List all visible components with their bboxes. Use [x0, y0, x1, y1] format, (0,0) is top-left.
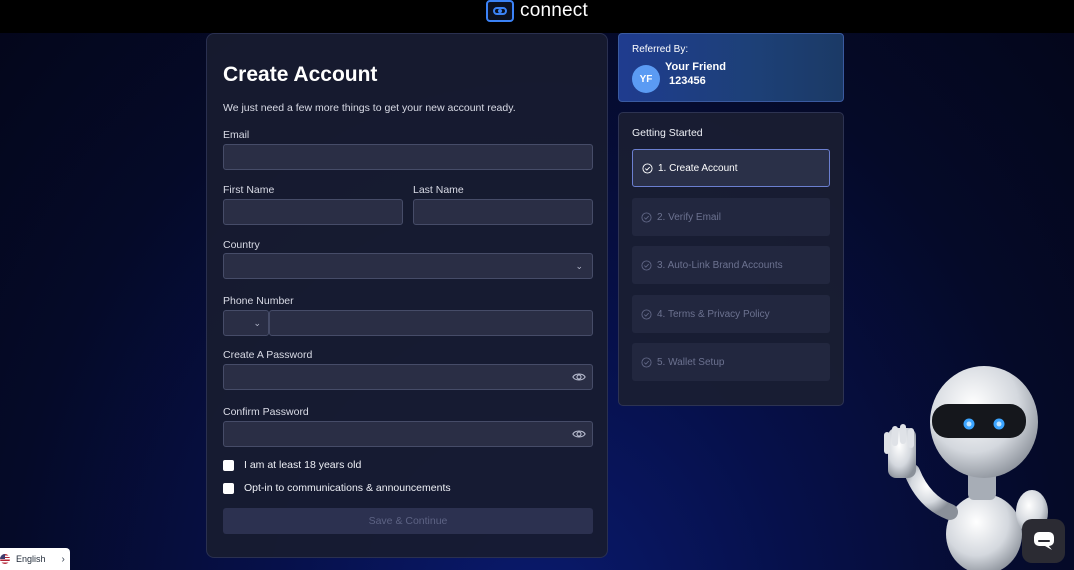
chevron-right-icon: › — [61, 553, 65, 565]
create-account-form: Create Account We just need a few more t… — [206, 33, 608, 558]
logo-icon — [486, 0, 515, 22]
chat-widget-button[interactable] — [1022, 519, 1065, 563]
top-bar: connect — [0, 0, 1074, 33]
step-item-4[interactable]: 4. Terms & Privacy Policy — [632, 295, 830, 333]
first-name-input[interactable] — [223, 199, 403, 225]
language-label: English — [16, 554, 46, 564]
first-name-label: First Name — [223, 184, 275, 196]
step-label: 5. Wallet Setup — [657, 356, 725, 368]
page-title: Create Account — [223, 63, 378, 86]
optin-checkbox[interactable] — [223, 482, 234, 494]
language-selector[interactable]: English › — [0, 548, 70, 570]
step-label: 4. Terms & Privacy Policy — [657, 308, 770, 320]
referral-card: Referred By: YF Your Friend 123456 — [618, 33, 844, 102]
brand-logo[interactable]: connect — [486, 0, 588, 22]
form-subtitle: We just need a few more things to get yo… — [223, 102, 516, 114]
last-name-input[interactable] — [413, 199, 593, 225]
save-continue-button[interactable]: Save & Continue — [223, 508, 593, 534]
eye-icon[interactable] — [572, 370, 586, 384]
check-circle-icon — [641, 356, 652, 368]
country-label: Country — [223, 239, 260, 251]
referrer-name: Your Friend — [665, 61, 726, 73]
phone-input[interactable] — [269, 310, 593, 336]
step-item-1[interactable]: 1. Create Account — [632, 149, 830, 187]
avatar: YF — [632, 65, 660, 93]
brand-name: connect — [520, 0, 588, 21]
step-label: 2. Verify Email — [657, 211, 721, 223]
step-item-3[interactable]: 3. Auto-Link Brand Accounts — [632, 246, 830, 284]
check-circle-icon — [642, 162, 653, 174]
chat-bubble-icon — [1033, 532, 1054, 550]
chevron-down-icon: ⌄ — [253, 318, 261, 328]
last-name-label: Last Name — [413, 184, 464, 196]
chevron-down-icon: ⌄ — [575, 261, 583, 271]
email-input[interactable] — [223, 144, 593, 170]
confirm-password-label: Confirm Password — [223, 406, 309, 418]
password-input[interactable] — [223, 364, 593, 390]
check-circle-icon — [641, 308, 652, 320]
age-check-row[interactable]: I am at least 18 years old — [223, 459, 361, 471]
referral-code: 123456 — [669, 75, 706, 87]
step-label: 3. Auto-Link Brand Accounts — [657, 259, 783, 271]
steps-title: Getting Started — [632, 127, 703, 139]
eye-icon[interactable] — [572, 427, 586, 441]
password-label: Create A Password — [223, 349, 313, 361]
age-check-label: I am at least 18 years old — [244, 459, 362, 471]
step-label: 1. Create Account — [658, 162, 738, 174]
getting-started-panel: Getting Started 1. Create Account 2. Veri… — [618, 112, 844, 406]
phone-label: Phone Number — [223, 295, 294, 307]
optin-label: Opt-in to communications & announcements — [244, 482, 451, 494]
check-circle-icon — [641, 259, 652, 271]
referral-label: Referred By: — [632, 44, 689, 55]
check-circle-icon — [641, 211, 652, 223]
us-flag-icon — [0, 554, 10, 564]
step-item-5[interactable]: 5. Wallet Setup — [632, 343, 830, 381]
optin-check-row[interactable]: Opt-in to communications & announcements — [223, 482, 451, 494]
phone-code-select[interactable]: ⌄ — [223, 310, 269, 336]
step-item-2[interactable]: 2. Verify Email — [632, 198, 830, 236]
age-checkbox[interactable] — [223, 459, 234, 471]
confirm-password-input[interactable] — [223, 421, 593, 447]
country-select[interactable]: ⌄ — [223, 253, 593, 279]
email-label: Email — [223, 129, 250, 141]
